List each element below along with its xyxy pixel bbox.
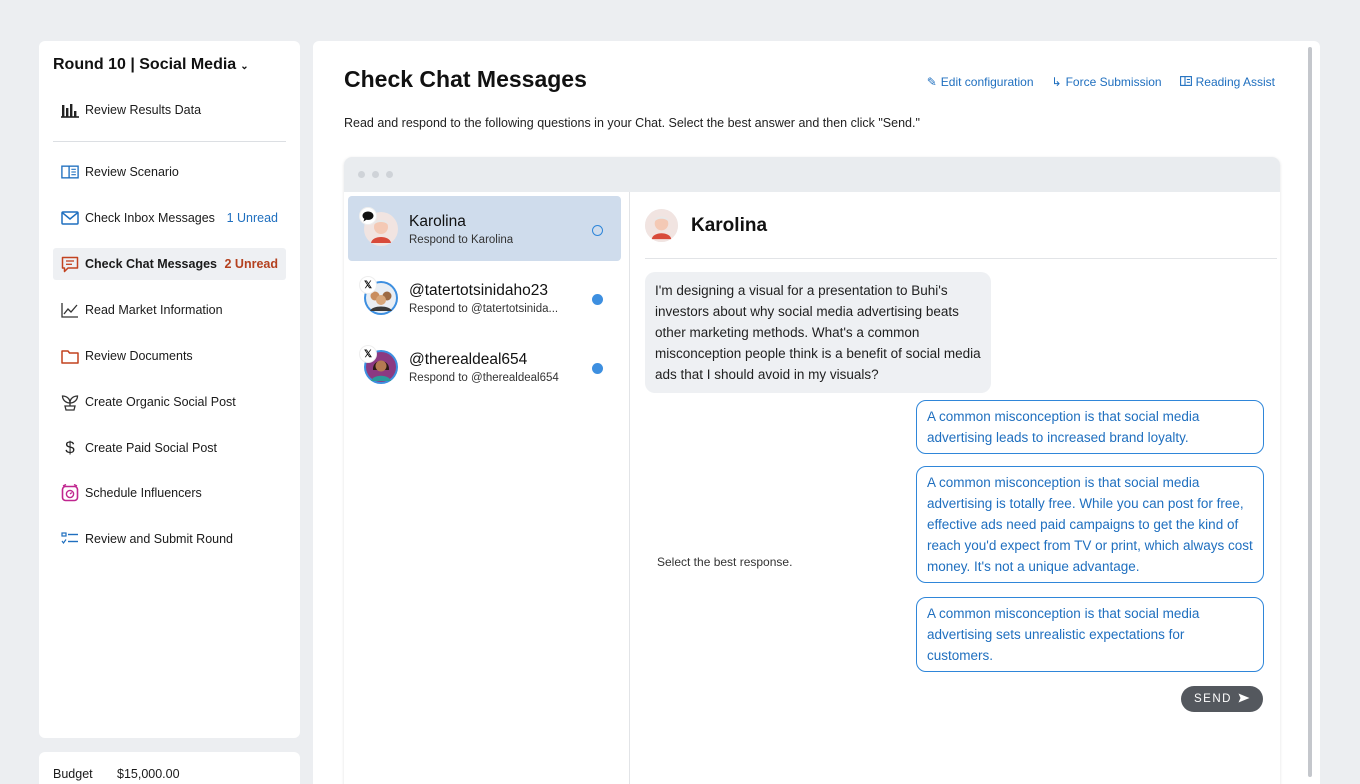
sidebar-item-schedule-influencers[interactable]: Schedule Influencers — [53, 477, 286, 509]
edit-configuration-label: Edit configuration — [940, 75, 1034, 89]
page-title: Check Chat Messages — [344, 66, 587, 92]
main-panel: Check Chat Messages ✎ Edit configuration… — [313, 41, 1320, 784]
budget-label: Budget — [53, 767, 93, 781]
checklist-icon — [61, 530, 79, 548]
sidebar: Round 10 | Social Media ⌄ Review Results… — [39, 41, 300, 738]
sidebar-item-label: Review Documents — [85, 349, 193, 363]
sidebar-item-review-documents[interactable]: Review Documents — [53, 340, 286, 372]
instructions-text: Read and respond to the following questi… — [344, 116, 920, 130]
status-open-indicator — [592, 225, 603, 236]
sidebar-item-label: Review Results Data — [85, 103, 202, 117]
sidebar-item-label: Read Market Information — [85, 303, 223, 317]
x-logo-icon: 𝕏 — [360, 277, 376, 293]
sidebar-item-label: Check Chat Messages — [85, 257, 218, 271]
send-arrow-icon — [1238, 693, 1250, 706]
round-selector[interactable]: Round 10 | Social Media ⌄ — [53, 56, 249, 74]
chat-icon — [61, 255, 79, 273]
reading-assist-link[interactable]: Reading Assist — [1179, 75, 1275, 89]
sidebar-item-label: Review and Submit Round — [85, 532, 233, 546]
dollar-icon: $ — [65, 438, 75, 457]
response-option[interactable]: A common misconception is that social me… — [916, 400, 1264, 454]
budget-value: $15,000.00 — [117, 767, 180, 781]
conversation-item-karolina[interactable]: Karolina Respond to Karolina — [348, 196, 621, 261]
sidebar-item-label: Create Paid Social Post — [85, 441, 218, 455]
response-option[interactable]: A common misconception is that social me… — [916, 466, 1264, 583]
sidebar-item-review-results[interactable]: Review Results Data — [53, 94, 286, 126]
window-dot — [358, 171, 365, 178]
folder-icon — [61, 347, 79, 365]
contact-avatar — [645, 209, 678, 242]
conversation-item-tatertotsinidaho23[interactable]: 𝕏 @tatertotsinidaho23 Respond to @tatert… — [348, 265, 621, 330]
force-submission-label: Force Submission — [1065, 75, 1162, 89]
sidebar-item-market-info[interactable]: Read Market Information — [53, 294, 286, 326]
conversation-name: @tatertotsinidaho23 — [409, 282, 548, 299]
x-logo-icon: 𝕏 — [360, 346, 376, 362]
send-label: SEND — [1194, 693, 1232, 705]
conversation-item-therealdeal654[interactable]: 𝕏 @therealdeal654 Respond to @therealdea… — [348, 334, 621, 399]
send-button[interactable]: SEND — [1181, 686, 1263, 712]
sidebar-item-review-scenario[interactable]: Review Scenario — [53, 156, 286, 188]
conversation-subtitle: Respond to Karolina — [409, 234, 514, 246]
sidebar-item-organic-post[interactable]: Create Organic Social Post — [53, 386, 286, 418]
sidebar-item-label: Review Scenario — [85, 165, 179, 179]
conversation-name: @therealdeal654 — [409, 351, 528, 368]
contact-name: Karolina — [691, 215, 768, 236]
window-dot — [372, 171, 379, 178]
chat-bubble-icon — [360, 208, 376, 224]
budget-card: Budget $15,000.00 — [39, 752, 300, 784]
window-title-bar — [344, 157, 1280, 192]
unread-indicator — [592, 363, 603, 374]
sidebar-item-label: Schedule Influencers — [85, 486, 202, 500]
force-submission-link[interactable]: ↳ Force Submission — [1052, 75, 1162, 89]
return-arrow-icon: ↳ — [1051, 75, 1062, 89]
sidebar-divider — [53, 141, 286, 142]
chevron-down-icon: ⌄ — [240, 60, 249, 72]
chat-pane: Karolina I'm designing a visual for a pr… — [631, 192, 1280, 784]
conversation-list: Karolina Respond to Karolina 𝕏 @tatertot… — [344, 192, 630, 784]
line-chart-icon — [61, 301, 79, 319]
unread-badge: 2 Unread — [224, 257, 279, 271]
chat-window: Karolina Respond to Karolina 𝕏 @tatertot… — [344, 157, 1280, 784]
conversation-name: Karolina — [409, 213, 466, 230]
top-actions: ✎ Edit configuration ↳ Force Submission … — [927, 75, 1275, 89]
sidebar-item-paid-post[interactable]: $ Create Paid Social Post — [53, 432, 286, 464]
unread-badge: 1 Unread — [226, 211, 278, 225]
incoming-message: I'm designing a visual for a presentatio… — [645, 272, 991, 393]
reading-assist-icon — [1179, 75, 1192, 89]
edit-configuration-link[interactable]: ✎ Edit configuration — [927, 75, 1034, 89]
chat-header: Karolina — [645, 192, 1277, 259]
scrollbar[interactable] — [1308, 47, 1312, 777]
book-icon — [61, 163, 79, 181]
reading-assist-label: Reading Assist — [1195, 75, 1275, 89]
window-dot — [386, 171, 393, 178]
envelope-icon — [61, 209, 79, 227]
bar-chart-icon — [61, 101, 79, 119]
unread-indicator — [592, 294, 603, 305]
conversation-subtitle: Respond to @therealdeal654 — [409, 372, 559, 384]
conversation-subtitle: Respond to @tatertotsinida... — [409, 303, 559, 315]
sidebar-item-check-chat[interactable]: Check Chat Messages 2 Unread — [53, 248, 286, 280]
round-title: Round 10 | Social Media — [53, 56, 237, 73]
sprout-icon — [61, 393, 79, 411]
sidebar-item-review-submit[interactable]: Review and Submit Round — [53, 523, 286, 555]
response-option[interactable]: A common misconception is that social me… — [916, 597, 1264, 672]
alarm-clock-icon — [61, 484, 79, 502]
pencil-icon: ✎ — [926, 75, 937, 89]
sidebar-item-label: Check Inbox Messages — [85, 211, 215, 225]
select-response-prompt: Select the best response. — [657, 555, 793, 569]
sidebar-item-label: Create Organic Social Post — [85, 395, 236, 409]
sidebar-item-check-inbox[interactable]: Check Inbox Messages 1 Unread — [53, 202, 286, 234]
